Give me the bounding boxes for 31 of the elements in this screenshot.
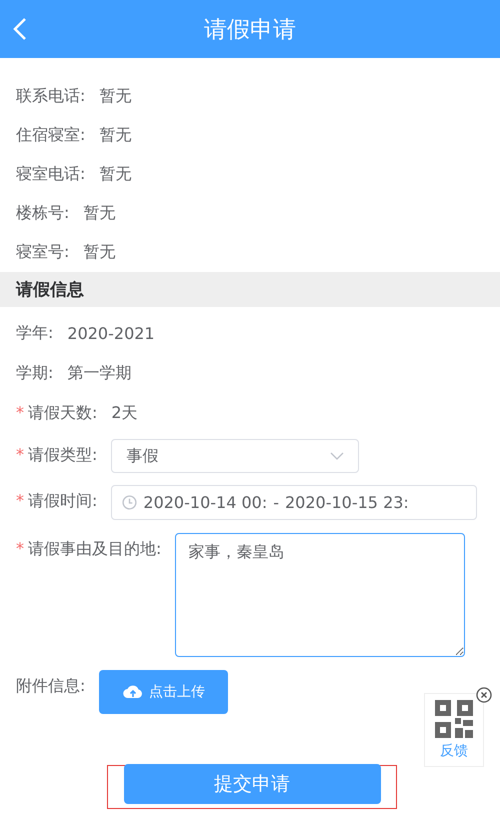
field-value: 2天: [111, 402, 138, 424]
info-value: 暂无: [83, 242, 116, 263]
back-icon[interactable]: [12, 17, 28, 41]
field-label: * 请假事由及目的地:: [16, 538, 162, 560]
info-label: 楼栋号:: [16, 203, 70, 224]
field-value: 第一学期: [67, 362, 132, 384]
section-title: 请假信息: [16, 279, 84, 301]
info-value: 暂无: [99, 125, 132, 146]
info-label: 寝室号:: [16, 242, 70, 263]
field-value: 2020-2021: [67, 324, 155, 342]
field-label: * 请假时间:: [16, 490, 98, 512]
info-label: 寝室电话:: [16, 164, 86, 185]
field-label: 学年:: [16, 322, 54, 344]
chevron-down-icon: [330, 452, 344, 460]
info-value: 暂无: [99, 86, 132, 107]
date-range-field[interactable]: 2020-10-14 00: - 2020-10-15 23:: [111, 485, 477, 520]
info-label: 联系电话:: [16, 86, 86, 107]
close-icon[interactable]: [476, 687, 492, 703]
field-label: * 请假天数:: [16, 402, 98, 424]
cloud-upload-icon: [122, 684, 143, 700]
leave-type-select[interactable]: 事假: [111, 439, 360, 473]
qr-code-icon: [435, 700, 473, 738]
info-label: 住宿寝室:: [16, 125, 86, 146]
reason-field[interactable]: 家事，秦皇岛: [175, 533, 466, 657]
field-label: 学期:: [16, 362, 54, 384]
info-value: 暂无: [83, 203, 116, 224]
field-label: * 请假类型:: [16, 444, 98, 466]
page-title: 请假申请: [204, 16, 296, 44]
info-value: 暂无: [99, 164, 132, 185]
clock-icon: [122, 495, 138, 510]
field-label: 附件信息:: [16, 675, 86, 697]
